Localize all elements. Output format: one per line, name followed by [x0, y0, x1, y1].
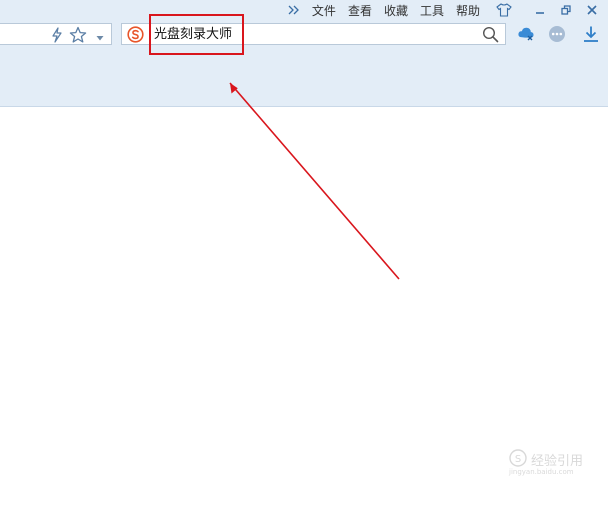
restore-icon[interactable] — [556, 2, 576, 18]
search-input[interactable] — [154, 26, 454, 43]
close-icon[interactable] — [582, 2, 602, 18]
menu-file[interactable]: 文件 — [312, 2, 336, 19]
menu-bar: 文件 查看 收藏 工具 帮助 — [286, 0, 608, 20]
browser-chrome: 文件 查看 收藏 工具 帮助 — [0, 0, 608, 107]
star-icon[interactable] — [69, 26, 87, 44]
watermark-text: 经验引用 — [531, 454, 584, 469]
menu-expand-icon[interactable] — [286, 2, 302, 18]
watermark: S 经验引用 jingyan.baidu.com — [509, 448, 587, 480]
sogou-icon[interactable] — [127, 26, 144, 43]
svg-text:S: S — [515, 454, 521, 465]
menu-tools[interactable]: 工具 — [420, 2, 444, 19]
search-icon[interactable] — [482, 26, 499, 43]
paw-logo-icon: S — [509, 449, 527, 467]
address-bar[interactable] — [0, 23, 112, 45]
skin-icon[interactable] — [496, 2, 512, 18]
menu-help[interactable]: 帮助 — [456, 2, 480, 19]
download-icon[interactable] — [582, 25, 600, 43]
menu-favorites[interactable]: 收藏 — [384, 2, 408, 19]
lightning-icon[interactable] — [50, 27, 64, 43]
search-box[interactable] — [121, 23, 506, 45]
cloud-sync-icon[interactable] — [517, 25, 535, 43]
watermark-url: jingyan.baidu.com — [509, 468, 574, 476]
more-icon[interactable] — [548, 25, 566, 43]
minimize-icon[interactable] — [530, 2, 550, 18]
chevron-down-icon[interactable] — [94, 29, 106, 41]
menu-view[interactable]: 查看 — [348, 2, 372, 19]
